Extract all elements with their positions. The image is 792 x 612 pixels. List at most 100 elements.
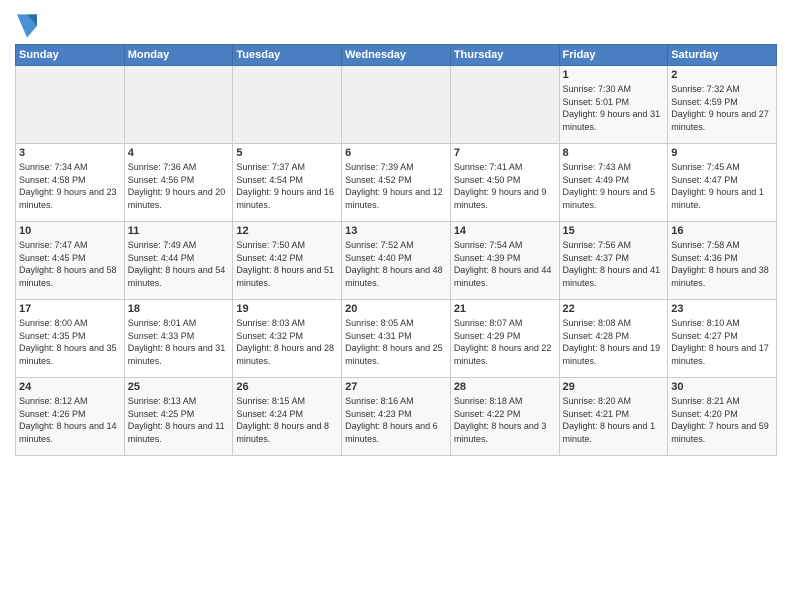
day-number: 30 [671, 381, 773, 393]
day-info: Sunrise: 7:37 AM Sunset: 4:54 PM Dayligh… [236, 161, 338, 211]
day-info: Sunrise: 8:18 AM Sunset: 4:22 PM Dayligh… [454, 395, 556, 445]
day-cell: 22 Sunrise: 8:08 AM Sunset: 4:28 PM Dayli… [559, 300, 668, 378]
day-number: 2 [671, 69, 773, 81]
day-number: 21 [454, 303, 556, 315]
day-cell: 21 Sunrise: 8:07 AM Sunset: 4:29 PM Dayli… [450, 300, 559, 378]
day-number: 17 [19, 303, 121, 315]
day-number: 7 [454, 147, 556, 159]
day-cell: 30 Sunrise: 8:21 AM Sunset: 4:20 PM Dayli… [668, 378, 777, 456]
day-info: Sunrise: 8:20 AM Sunset: 4:21 PM Dayligh… [563, 395, 665, 445]
day-info: Sunrise: 8:01 AM Sunset: 4:33 PM Dayligh… [128, 317, 230, 367]
day-info: Sunrise: 8:07 AM Sunset: 4:29 PM Dayligh… [454, 317, 556, 367]
day-number: 12 [236, 225, 338, 237]
day-info: Sunrise: 7:47 AM Sunset: 4:45 PM Dayligh… [19, 239, 121, 289]
day-number: 28 [454, 381, 556, 393]
day-info: Sunrise: 7:34 AM Sunset: 4:58 PM Dayligh… [19, 161, 121, 211]
day-info: Sunrise: 7:45 AM Sunset: 4:47 PM Dayligh… [671, 161, 773, 211]
logo-icon [17, 14, 37, 38]
day-cell: 3 Sunrise: 7:34 AM Sunset: 4:58 PM Daylig… [16, 144, 125, 222]
day-cell: 20 Sunrise: 8:05 AM Sunset: 4:31 PM Dayli… [342, 300, 451, 378]
day-cell: 4 Sunrise: 7:36 AM Sunset: 4:56 PM Daylig… [124, 144, 233, 222]
day-number: 29 [563, 381, 665, 393]
weekday-header-row: SundayMondayTuesdayWednesdayThursdayFrid… [16, 45, 777, 66]
day-cell [16, 66, 125, 144]
day-number: 13 [345, 225, 447, 237]
day-info: Sunrise: 7:36 AM Sunset: 4:56 PM Dayligh… [128, 161, 230, 211]
day-cell: 19Sunrise: 8:03 AM Sunset: 4:32 PM Dayli… [233, 300, 342, 378]
day-number: 15 [563, 225, 665, 237]
day-info: Sunrise: 8:21 AM Sunset: 4:20 PM Dayligh… [671, 395, 773, 445]
header [15, 10, 777, 38]
day-cell: 6 Sunrise: 7:39 AM Sunset: 4:52 PM Daylig… [342, 144, 451, 222]
day-number: 26 [236, 381, 338, 393]
day-cell: 15 Sunrise: 7:56 AM Sunset: 4:37 PM Dayli… [559, 222, 668, 300]
day-number: 10 [19, 225, 121, 237]
week-row-3: 10 Sunrise: 7:47 AM Sunset: 4:45 PM Dayli… [16, 222, 777, 300]
day-number: 18 [128, 303, 230, 315]
day-cell: 27 Sunrise: 8:16 AM Sunset: 4:23 PM Dayli… [342, 378, 451, 456]
week-row-4: 17 Sunrise: 8:00 AM Sunset: 4:35 PM Dayli… [16, 300, 777, 378]
day-info: Sunrise: 7:52 AM Sunset: 4:40 PM Dayligh… [345, 239, 447, 289]
day-info: Sunrise: 7:58 AM Sunset: 4:36 PM Dayligh… [671, 239, 773, 289]
day-info: Sunrise: 8:08 AM Sunset: 4:28 PM Dayligh… [563, 317, 665, 367]
day-number: 9 [671, 147, 773, 159]
day-number: 6 [345, 147, 447, 159]
day-cell: 1Sunrise: 7:30 AM Sunset: 5:01 PM Daylig… [559, 66, 668, 144]
weekday-header-tuesday: Tuesday [233, 45, 342, 66]
day-info: Sunrise: 8:16 AM Sunset: 4:23 PM Dayligh… [345, 395, 447, 445]
day-cell: 12 Sunrise: 7:50 AM Sunset: 4:42 PM Dayli… [233, 222, 342, 300]
day-info: Sunrise: 7:30 AM Sunset: 5:01 PM Dayligh… [563, 83, 665, 133]
day-number: 4 [128, 147, 230, 159]
day-info: Sunrise: 8:05 AM Sunset: 4:31 PM Dayligh… [345, 317, 447, 367]
day-cell [124, 66, 233, 144]
day-info: Sunrise: 8:13 AM Sunset: 4:25 PM Dayligh… [128, 395, 230, 445]
day-number: 5 [236, 147, 338, 159]
day-cell: 9 Sunrise: 7:45 AM Sunset: 4:47 PM Daylig… [668, 144, 777, 222]
weekday-header-monday: Monday [124, 45, 233, 66]
week-row-2: 3 Sunrise: 7:34 AM Sunset: 4:58 PM Daylig… [16, 144, 777, 222]
day-info: Sunrise: 7:49 AM Sunset: 4:44 PM Dayligh… [128, 239, 230, 289]
day-number: 24 [19, 381, 121, 393]
day-info: Sunrise: 8:00 AM Sunset: 4:35 PM Dayligh… [19, 317, 121, 367]
day-cell: 25 Sunrise: 8:13 AM Sunset: 4:25 PM Dayli… [124, 378, 233, 456]
calendar: SundayMondayTuesdayWednesdayThursdayFrid… [15, 44, 777, 456]
day-cell: 28 Sunrise: 8:18 AM Sunset: 4:22 PM Dayli… [450, 378, 559, 456]
weekday-header-friday: Friday [559, 45, 668, 66]
week-row-1: 1Sunrise: 7:30 AM Sunset: 5:01 PM Daylig… [16, 66, 777, 144]
day-number: 25 [128, 381, 230, 393]
weekday-header-thursday: Thursday [450, 45, 559, 66]
day-info: Sunrise: 8:03 AM Sunset: 4:32 PM Dayligh… [236, 317, 338, 367]
day-cell: 13 Sunrise: 7:52 AM Sunset: 4:40 PM Dayli… [342, 222, 451, 300]
day-cell: 18 Sunrise: 8:01 AM Sunset: 4:33 PM Dayli… [124, 300, 233, 378]
day-info: Sunrise: 7:54 AM Sunset: 4:39 PM Dayligh… [454, 239, 556, 289]
page: SundayMondayTuesdayWednesdayThursdayFrid… [0, 0, 792, 612]
day-cell: 16 Sunrise: 7:58 AM Sunset: 4:36 PM Dayli… [668, 222, 777, 300]
day-number: 27 [345, 381, 447, 393]
day-info: Sunrise: 7:50 AM Sunset: 4:42 PM Dayligh… [236, 239, 338, 289]
day-info: Sunrise: 8:15 AM Sunset: 4:24 PM Dayligh… [236, 395, 338, 445]
weekday-header-wednesday: Wednesday [342, 45, 451, 66]
day-cell: 8Sunrise: 7:43 AM Sunset: 4:49 PM Daylig… [559, 144, 668, 222]
day-number: 14 [454, 225, 556, 237]
day-number: 20 [345, 303, 447, 315]
day-cell: 11Sunrise: 7:49 AM Sunset: 4:44 PM Dayli… [124, 222, 233, 300]
weekday-header-sunday: Sunday [16, 45, 125, 66]
day-info: Sunrise: 7:56 AM Sunset: 4:37 PM Dayligh… [563, 239, 665, 289]
day-cell: 24Sunrise: 8:12 AM Sunset: 4:26 PM Dayli… [16, 378, 125, 456]
day-cell: 5 Sunrise: 7:37 AM Sunset: 4:54 PM Daylig… [233, 144, 342, 222]
week-row-5: 24Sunrise: 8:12 AM Sunset: 4:26 PM Dayli… [16, 378, 777, 456]
weekday-header-saturday: Saturday [668, 45, 777, 66]
day-cell: 10 Sunrise: 7:47 AM Sunset: 4:45 PM Dayli… [16, 222, 125, 300]
day-cell: 17 Sunrise: 8:00 AM Sunset: 4:35 PM Dayli… [16, 300, 125, 378]
day-info: Sunrise: 7:39 AM Sunset: 4:52 PM Dayligh… [345, 161, 447, 211]
day-cell: 7Sunrise: 7:41 AM Sunset: 4:50 PM Daylig… [450, 144, 559, 222]
logo [15, 14, 37, 38]
day-cell [450, 66, 559, 144]
day-number: 3 [19, 147, 121, 159]
day-number: 16 [671, 225, 773, 237]
day-cell [342, 66, 451, 144]
day-number: 8 [563, 147, 665, 159]
day-number: 22 [563, 303, 665, 315]
day-cell: 29 Sunrise: 8:20 AM Sunset: 4:21 PM Dayli… [559, 378, 668, 456]
day-cell: 14 Sunrise: 7:54 AM Sunset: 4:39 PM Dayli… [450, 222, 559, 300]
